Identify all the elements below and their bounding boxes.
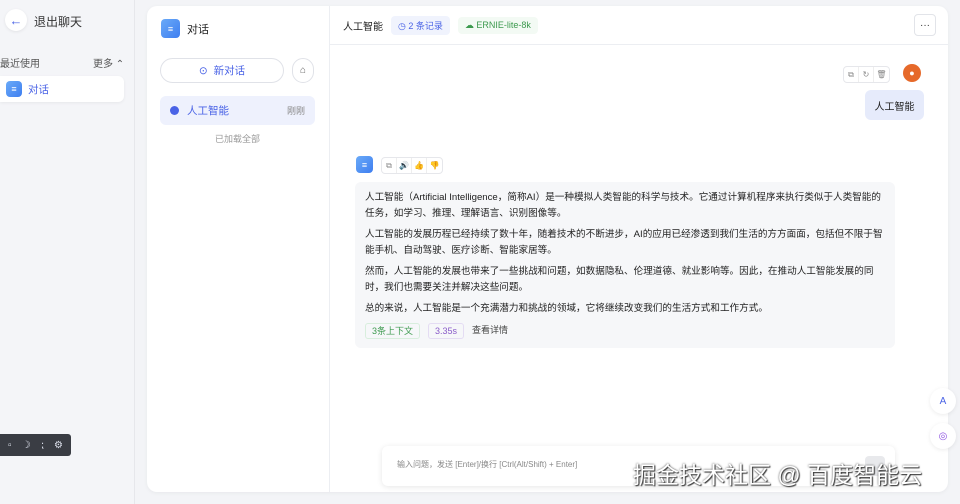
more-menu-button[interactable]: ··· (914, 14, 936, 36)
bot-avatar: ≡ (356, 156, 373, 173)
input-placeholder: 输入问题，发送 [Enter]/换行 [Ctrl(Alt/Shift) + En… (397, 460, 578, 469)
dots-icon[interactable]: ⁏ (41, 440, 44, 451)
chat-bubble-icon: ⊙ (198, 64, 208, 77)
details-link[interactable]: 查看详情 (472, 323, 508, 339)
thumbs-up-icon[interactable]: 👍 (412, 158, 427, 173)
gear-icon[interactable]: ⚙ (54, 440, 63, 451)
paragraph: 人工智能的发展历程已经持续了数十年，随着技术的不断进步，AI的应用已经渗透到我们… (365, 229, 883, 256)
assistant-button[interactable]: ◎ (930, 423, 956, 449)
chat-card: ≡ 对话 ⊙ 新对话 ⌂ 人工智能 刚刚 已加载全部 人工智能 ◷ 2 条记录 … (147, 6, 948, 492)
copy-icon[interactable]: ⧉ (382, 158, 397, 173)
translate-icon: A (939, 395, 947, 407)
database-icon: ≡ (161, 19, 180, 38)
floating-toolbar: ▫ ☽ ⁏ ⚙ (0, 434, 71, 456)
clear-history-button[interactable]: ⌂ (292, 58, 314, 83)
model-text: ERNIE-lite-8k (476, 19, 531, 30)
back-button[interactable]: ← (5, 9, 27, 31)
model-badge: ☁ ERNIE-lite-8k (457, 16, 538, 34)
records-text: 2 条记录 (408, 20, 443, 31)
thumbs-down-icon[interactable]: 👎 (427, 158, 442, 173)
watermark: 掘金技术社区 @ 百度智能云 (633, 462, 923, 488)
chat-header: 人工智能 ◷ 2 条记录 ☁ ERNIE-lite-8k (330, 6, 948, 45)
assistant-message: 人工智能（Artificial Intelligence，简称AI）是一种模拟人… (355, 182, 895, 348)
database-icon: ≡ (6, 81, 22, 97)
divider (329, 6, 330, 492)
app-title-text: 对话 (187, 23, 209, 36)
user-avatar: ● (903, 64, 921, 82)
moon-icon[interactable]: ☽ (22, 440, 31, 451)
sidebar-item-label: 对话 (28, 83, 49, 96)
ring-icon: ◎ (938, 430, 948, 442)
speaker-icon[interactable]: 🔊 (397, 158, 412, 173)
conversation-title: 人工智能 (187, 105, 229, 117)
arrow-left-icon: ← (9, 12, 23, 28)
message-meta: 3条上下文 3.35s 查看详情 (365, 322, 885, 339)
loaded-all-text: 已加载全部 (214, 134, 260, 144)
paragraph: 总的来说，人工智能是一个充满潜力和挑战的领域，它将继续改变我们的生活方式和工作方… (365, 303, 768, 314)
paragraph: 然而，人工智能的发展也带来了一些挑战和问题，如数据隐私、伦理道德、就业影响等。因… (365, 266, 874, 293)
records-badge[interactable]: ◷ 2 条记录 (391, 15, 450, 35)
trash-icon[interactable]: 🗑 (874, 67, 889, 82)
conversation-time: 刚刚 (286, 106, 305, 116)
translate-button[interactable]: A (930, 388, 956, 414)
conversation-item[interactable]: 人工智能 刚刚 (160, 96, 315, 125)
copy-icon[interactable]: ⧉ (844, 67, 859, 82)
new-chat-button[interactable]: ⊙ 新对话 (160, 58, 284, 83)
new-chat-label: 新对话 (213, 65, 246, 77)
context-badge[interactable]: 3条上下文 (365, 322, 421, 339)
chat-title: 人工智能 (343, 21, 383, 33)
broom-icon: ⌂ (299, 65, 307, 76)
recent-label: 最近使用 (0, 59, 40, 70)
more-button[interactable]: 更多 ⌃ (93, 55, 124, 70)
duration-badge: 3.35s (428, 322, 465, 339)
assistant-message-actions: ⧉ 🔊 👍 👎 (381, 157, 443, 174)
sidebar-item-dialog[interactable]: ≡ 对话 (0, 76, 124, 102)
app-title: ≡ 对话 (161, 19, 209, 38)
user-message: 人工智能 (865, 90, 924, 120)
paragraph: 人工智能（Artificial Intelligence，简称AI）是一种模拟人… (365, 192, 881, 219)
square-icon[interactable]: ▫ (8, 440, 12, 451)
user-message-actions: ⧉ ↻ 🗑 (843, 66, 890, 83)
exit-chat-label[interactable]: 退出聊天 (34, 13, 82, 30)
refresh-icon[interactable]: ↻ (859, 67, 874, 82)
chat-icon (170, 106, 179, 115)
left-sidebar: ← 退出聊天 最近使用 更多 ⌃ ≡ 对话 ▫ ☽ ⁏ ⚙ (0, 0, 135, 504)
